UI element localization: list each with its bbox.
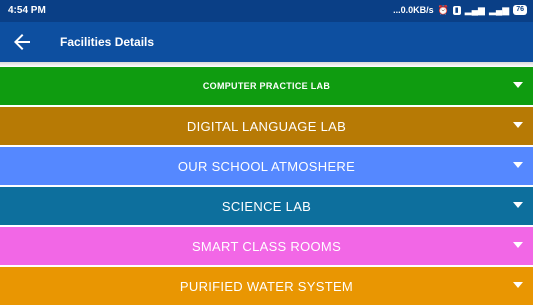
chevron-down-icon[interactable] [513,122,523,128]
facility-row-purified-water-system[interactable]: PURIFIED WATER SYSTEM [0,267,533,305]
app-bar: Facilities Details [0,22,533,62]
sim-icon: ▮ [452,5,461,15]
facility-row-digital-language-lab[interactable]: DIGITAL LANGUAGE LAB [0,107,533,145]
facility-row-smart-class-rooms[interactable]: SMART CLASS ROOMS [0,227,533,265]
facility-label: COMPUTER PRACTICE LAB [202,81,331,91]
alarm-icon: ⏰ [437,5,449,15]
facility-label: DIGITAL LANGUAGE LAB [186,118,347,134]
facilities-list: COMPUTER PRACTICE LAB DIGITAL LANGUAGE L… [0,67,533,307]
chevron-down-icon[interactable] [513,242,523,248]
chevron-down-icon[interactable] [513,162,523,168]
chevron-down-icon[interactable] [513,82,523,88]
status-indicators: ...0.0KB/s ⏰ ▮ ▂▄▆ ▂▄▆ 76 [393,4,527,16]
back-button[interactable] [10,30,34,54]
network-speed: ...0.0KB/s [393,5,434,15]
arrow-left-icon [14,34,30,50]
chevron-down-icon[interactable] [513,282,523,288]
facility-label: OUR SCHOOL ATMOSHERE [177,158,356,174]
status-time: 4:54 PM [8,5,46,16]
facility-row-our-school-atmoshere[interactable]: OUR SCHOOL ATMOSHERE [0,147,533,185]
facility-label: SMART CLASS ROOMS [191,238,342,254]
page-title: Facilities Details [60,35,155,49]
status-bar: 4:54 PM ...0.0KB/s ⏰ ▮ ▂▄▆ ▂▄▆ 76 [0,0,533,22]
facility-row-science-lab[interactable]: SCIENCE LAB [0,187,533,225]
chevron-down-icon[interactable] [513,202,523,208]
battery-icon: 76 [513,5,527,15]
signal-icon-1: ▂▄▆ [464,5,485,15]
signal-icon-2: ▂▄▆ [488,5,510,15]
facility-label: PURIFIED WATER SYSTEM [179,278,354,294]
facility-row-computer-practice-lab[interactable]: COMPUTER PRACTICE LAB [0,67,533,105]
facility-label: SCIENCE LAB [221,198,312,214]
